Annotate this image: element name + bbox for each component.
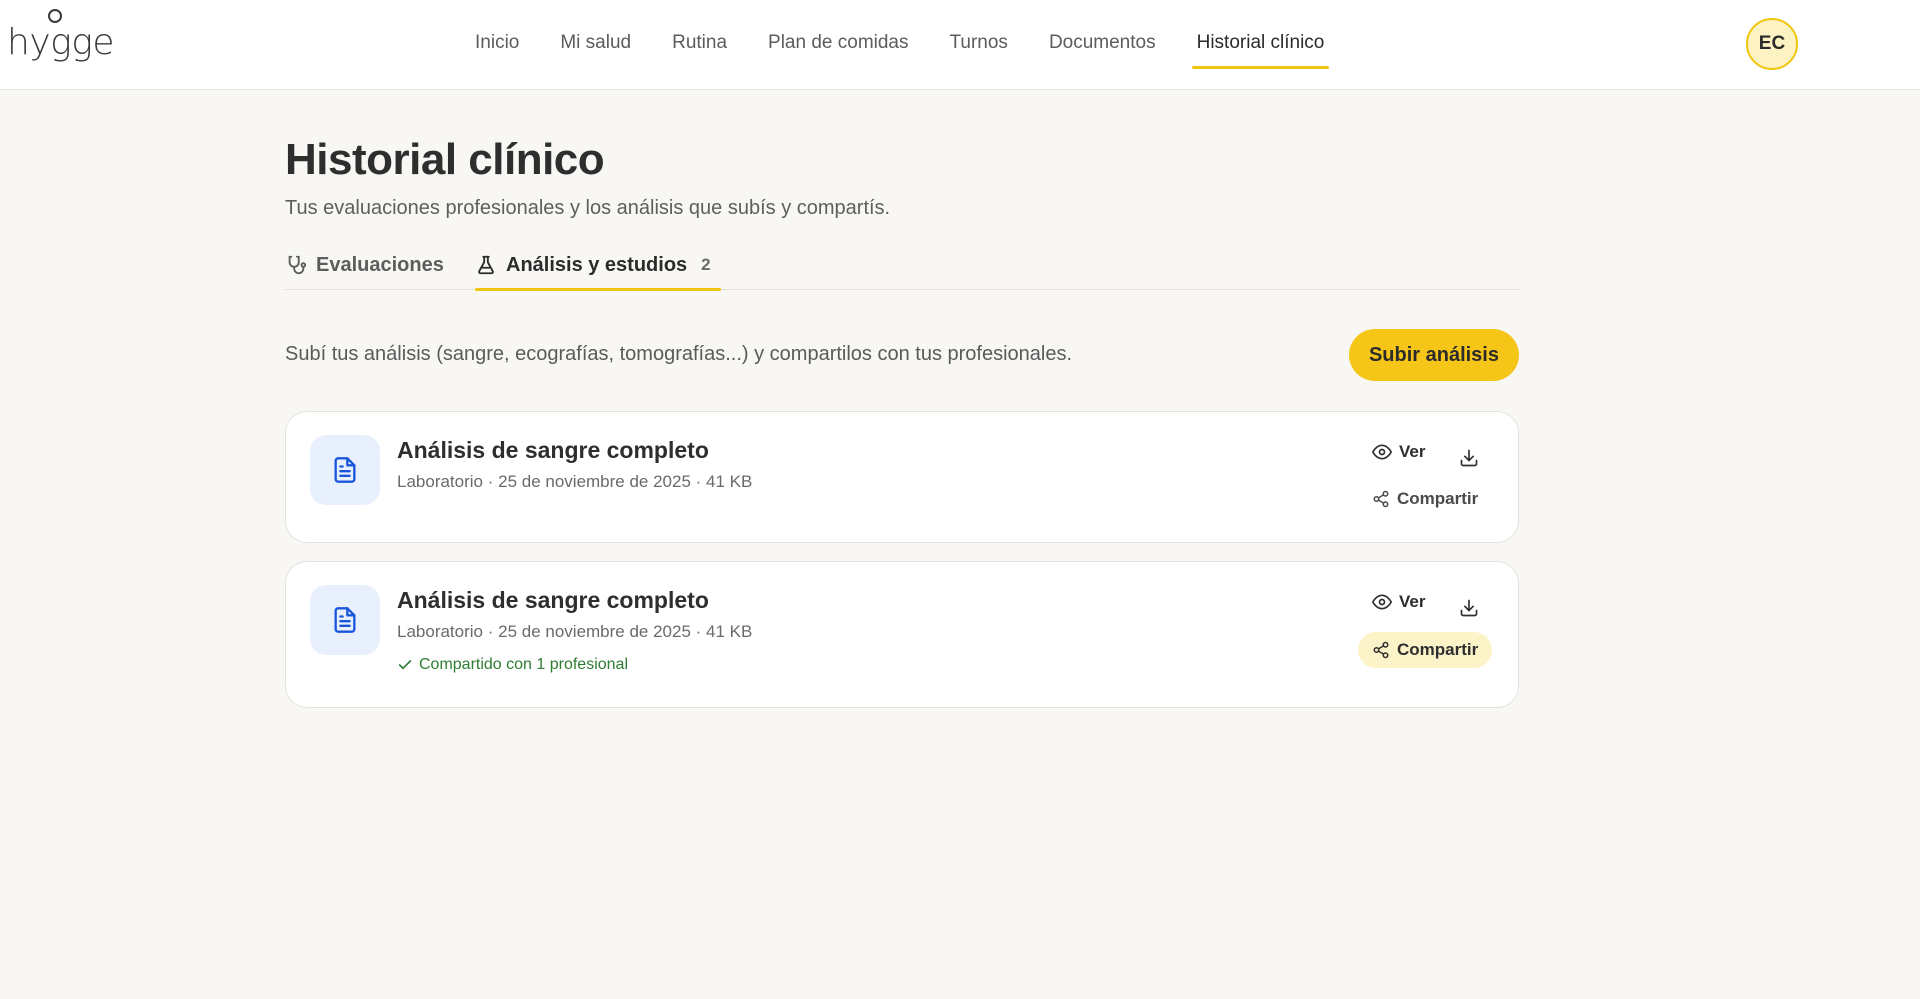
logo-dot: [48, 9, 62, 23]
upload-row: Subí tus análisis (sangre, ecografías, t…: [285, 329, 1519, 381]
nav-item-documentos[interactable]: Documentos: [1044, 0, 1161, 86]
share-button[interactable]: Compartir: [1372, 489, 1478, 509]
view-button[interactable]: Ver: [1372, 442, 1425, 462]
nav-item-plan-de-comidas[interactable]: Plan de comidas: [763, 0, 913, 86]
flask-icon: [475, 254, 497, 276]
share-button[interactable]: Compartir: [1358, 632, 1493, 668]
document-icon: [310, 585, 380, 655]
share-icon: [1372, 641, 1390, 659]
document-meta: Laboratorio · 25 de noviembre de 2025 · …: [397, 472, 753, 491]
eye-icon: [1372, 592, 1392, 612]
nav-item-mi-salud[interactable]: Mi salud: [555, 0, 636, 86]
eye-icon: [1372, 442, 1392, 462]
view-label: Ver: [1399, 442, 1426, 461]
share-label: Compartir: [1397, 640, 1479, 659]
document-meta: Laboratorio · 25 de noviembre de 2025 · …: [397, 622, 753, 641]
page-subtitle: Tus evaluaciones profesionales y los aná…: [285, 197, 891, 219]
tab-evaluaciones[interactable]: Evaluaciones: [285, 240, 446, 290]
tab-analisis-y-estudios[interactable]: Análisis y estudios 2: [475, 240, 721, 291]
upload-description: Subí tus análisis (sangre, ecografías, t…: [285, 343, 1073, 365]
view-button[interactable]: Ver: [1372, 592, 1425, 612]
view-label: Ver: [1399, 592, 1426, 611]
share-icon: [1372, 490, 1390, 508]
stethoscope-icon: [285, 254, 307, 276]
history-tabs: Evaluaciones Análisis y estudios 2: [285, 240, 1519, 291]
main-nav: Inicio Mi salud Rutina Plan de comidas T…: [470, 0, 1360, 90]
nav-item-historial-clinico[interactable]: Historial clínico: [1191, 0, 1330, 86]
document-title: Análisis de sangre completo: [397, 587, 709, 613]
logo-text: hygge: [7, 22, 114, 63]
page-title: Historial clínico: [285, 135, 605, 184]
nav-item-inicio[interactable]: Inicio: [470, 0, 524, 86]
tab-evaluaciones-label: Evaluaciones: [316, 253, 444, 276]
download-icon[interactable]: [1456, 445, 1482, 471]
share-label: Compartir: [1397, 489, 1479, 508]
hygge-logo[interactable]: hygge: [7, 8, 117, 68]
download-icon[interactable]: [1456, 595, 1482, 621]
nav-item-turnos[interactable]: Turnos: [945, 0, 1013, 86]
check-icon: [397, 657, 413, 673]
nav-item-rutina[interactable]: Rutina: [667, 0, 732, 86]
document-icon: [310, 435, 380, 505]
document-title: Análisis de sangre completo: [397, 437, 709, 463]
tab-count-badge: 2: [701, 255, 711, 274]
document-card: Análisis de sangre completo Laboratorio …: [285, 561, 1519, 708]
top-header: hygge Inicio Mi salud Rutina Plan de com…: [0, 0, 1920, 90]
tab-analisis-label: Análisis y estudios: [506, 253, 688, 276]
shared-status-label: Compartido con 1 profesional: [419, 656, 629, 673]
user-avatar[interactable]: EC: [1746, 18, 1798, 70]
shared-status: Compartido con 1 profesional: [397, 656, 628, 674]
upload-analysis-button[interactable]: Subir análisis: [1348, 329, 1519, 381]
document-card: Análisis de sangre completo Laboratorio …: [285, 411, 1519, 543]
